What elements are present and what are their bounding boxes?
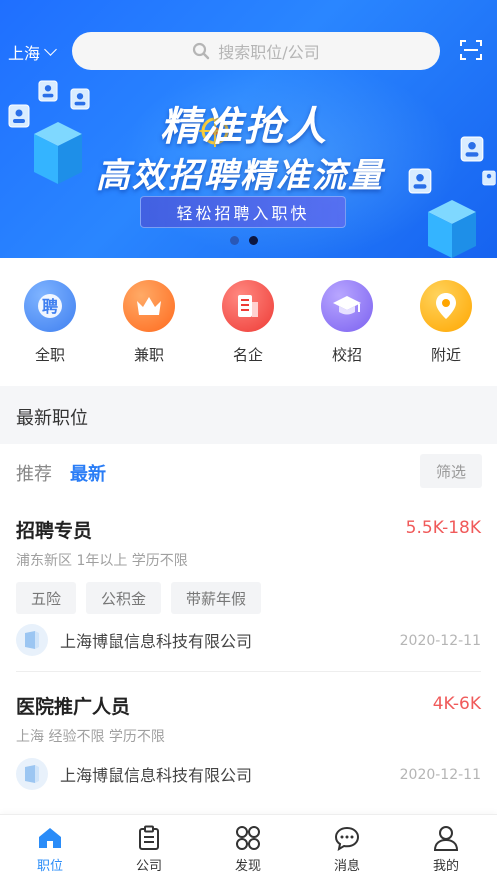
building-icon xyxy=(222,280,274,332)
clipboard-icon xyxy=(139,825,159,850)
job-card[interactable]: 招聘专员 5.5K-18K 浦东新区 1年以上 学历不限 五险 公积金 带薪年假… xyxy=(0,500,497,672)
grid-icon xyxy=(236,826,260,850)
carousel-indicator[interactable] xyxy=(230,236,258,245)
profile-card-icon xyxy=(482,170,496,186)
chevron-down-icon xyxy=(44,43,57,56)
job-card[interactable]: 医院推广人员 4K-6K 上海 经验不限 学历不限 上海博鼠信息科技有限公司 2… xyxy=(0,672,497,806)
category-label: 校招 xyxy=(331,346,362,364)
bottom-navigation: 职位 公司 发现 消息 我的 xyxy=(0,814,497,883)
company-logo-icon xyxy=(16,758,48,790)
nav-discover[interactable]: 发现 xyxy=(213,825,283,874)
category-row: 聘 全职 兼职 名企 校招 附近 xyxy=(0,258,497,386)
home-icon xyxy=(39,828,61,848)
city-selector[interactable]: 上海 xyxy=(8,40,57,64)
job-title: 医院推广人员 xyxy=(16,696,131,718)
crown-icon xyxy=(123,280,175,332)
carousel-dot[interactable] xyxy=(230,236,239,245)
nav-label: 公司 xyxy=(135,859,162,874)
city-label: 上海 xyxy=(8,44,41,63)
search-icon xyxy=(193,42,210,60)
nav-label: 我的 xyxy=(432,859,459,874)
top-bar: 上海 搜索职位/公司 xyxy=(0,28,497,72)
banner-tagline: 轻松招聘入职快 xyxy=(140,196,346,228)
nav-profile[interactable]: 我的 xyxy=(411,825,481,874)
category-famous-company[interactable]: 名企 xyxy=(218,280,278,365)
nav-label: 消息 xyxy=(333,859,360,874)
company-name: 上海博鼠信息科技有限公司 xyxy=(60,766,253,785)
nav-company[interactable]: 公司 xyxy=(114,825,184,874)
company-info[interactable]: 上海博鼠信息科技有限公司 xyxy=(16,624,252,656)
category-nearby[interactable]: 附近 xyxy=(416,280,476,365)
job-requirements: 上海 经验不限 学历不限 xyxy=(16,729,165,745)
profile-card-icon xyxy=(70,88,90,110)
graduation-cap-icon xyxy=(321,280,373,332)
post-date: 2020-12-11 xyxy=(399,633,481,649)
location-pin-icon xyxy=(420,280,472,332)
cube-graphic-left xyxy=(34,122,82,184)
job-benefits: 五险 公积金 带薪年假 xyxy=(16,582,262,614)
banner-subheadline: 高效招聘精准流量 xyxy=(96,156,384,196)
scan-icon[interactable] xyxy=(460,40,482,60)
company-logo-icon xyxy=(16,624,48,656)
category-label: 附近 xyxy=(430,346,461,364)
tab-recommend[interactable]: 推荐 xyxy=(16,460,52,486)
nav-messages[interactable]: 消息 xyxy=(312,825,382,874)
user-icon xyxy=(433,826,459,851)
chat-icon xyxy=(334,826,360,851)
profile-card-icon xyxy=(38,80,58,102)
job-requirements: 浦东新区 1年以上 学历不限 xyxy=(16,553,188,569)
nav-label: 发现 xyxy=(234,859,261,874)
search-placeholder: 搜索职位/公司 xyxy=(218,43,320,62)
carousel-dot-active[interactable] xyxy=(249,236,258,245)
profile-card-icon xyxy=(8,104,30,128)
banner-headline: 精准抢人 xyxy=(160,104,328,150)
nav-label: 职位 xyxy=(36,859,63,874)
cube-graphic-right xyxy=(428,200,476,258)
promo-banner[interactable]: 上海 搜索职位/公司 精准抢人 高效招聘精准流量 轻松招聘入职快 xyxy=(0,0,497,258)
category-label: 兼职 xyxy=(133,346,164,364)
svg-text:聘: 聘 xyxy=(42,297,58,316)
job-tabs: 推荐 最新 筛选 xyxy=(0,444,497,500)
job-salary: 5.5K-18K xyxy=(405,518,481,538)
tab-latest[interactable]: 最新 xyxy=(70,460,106,486)
benefit-tag: 带薪年假 xyxy=(171,582,262,614)
job-salary: 4K-6K xyxy=(432,694,481,714)
search-input[interactable]: 搜索职位/公司 xyxy=(72,32,440,70)
hire-icon: 聘 xyxy=(24,280,76,332)
category-parttime[interactable]: 兼职 xyxy=(119,280,179,365)
company-info[interactable]: 上海博鼠信息科技有限公司 xyxy=(16,758,252,790)
category-label: 全职 xyxy=(34,346,65,364)
profile-card-icon xyxy=(460,136,484,162)
profile-card-icon xyxy=(408,168,432,194)
benefit-tag: 公积金 xyxy=(86,582,162,614)
benefit-tag: 五险 xyxy=(16,582,77,614)
nav-jobs[interactable]: 职位 xyxy=(15,825,85,874)
filter-button[interactable]: 筛选 xyxy=(420,454,482,488)
company-name: 上海博鼠信息科技有限公司 xyxy=(60,632,253,651)
category-label: 名企 xyxy=(232,346,263,364)
section-title: 最新职位 xyxy=(16,408,88,429)
section-header: 最新职位 xyxy=(0,386,497,444)
category-campus[interactable]: 校招 xyxy=(317,280,377,365)
category-fulltime[interactable]: 聘 全职 xyxy=(20,280,80,365)
job-title: 招聘专员 xyxy=(16,520,93,542)
post-date: 2020-12-11 xyxy=(399,767,481,783)
